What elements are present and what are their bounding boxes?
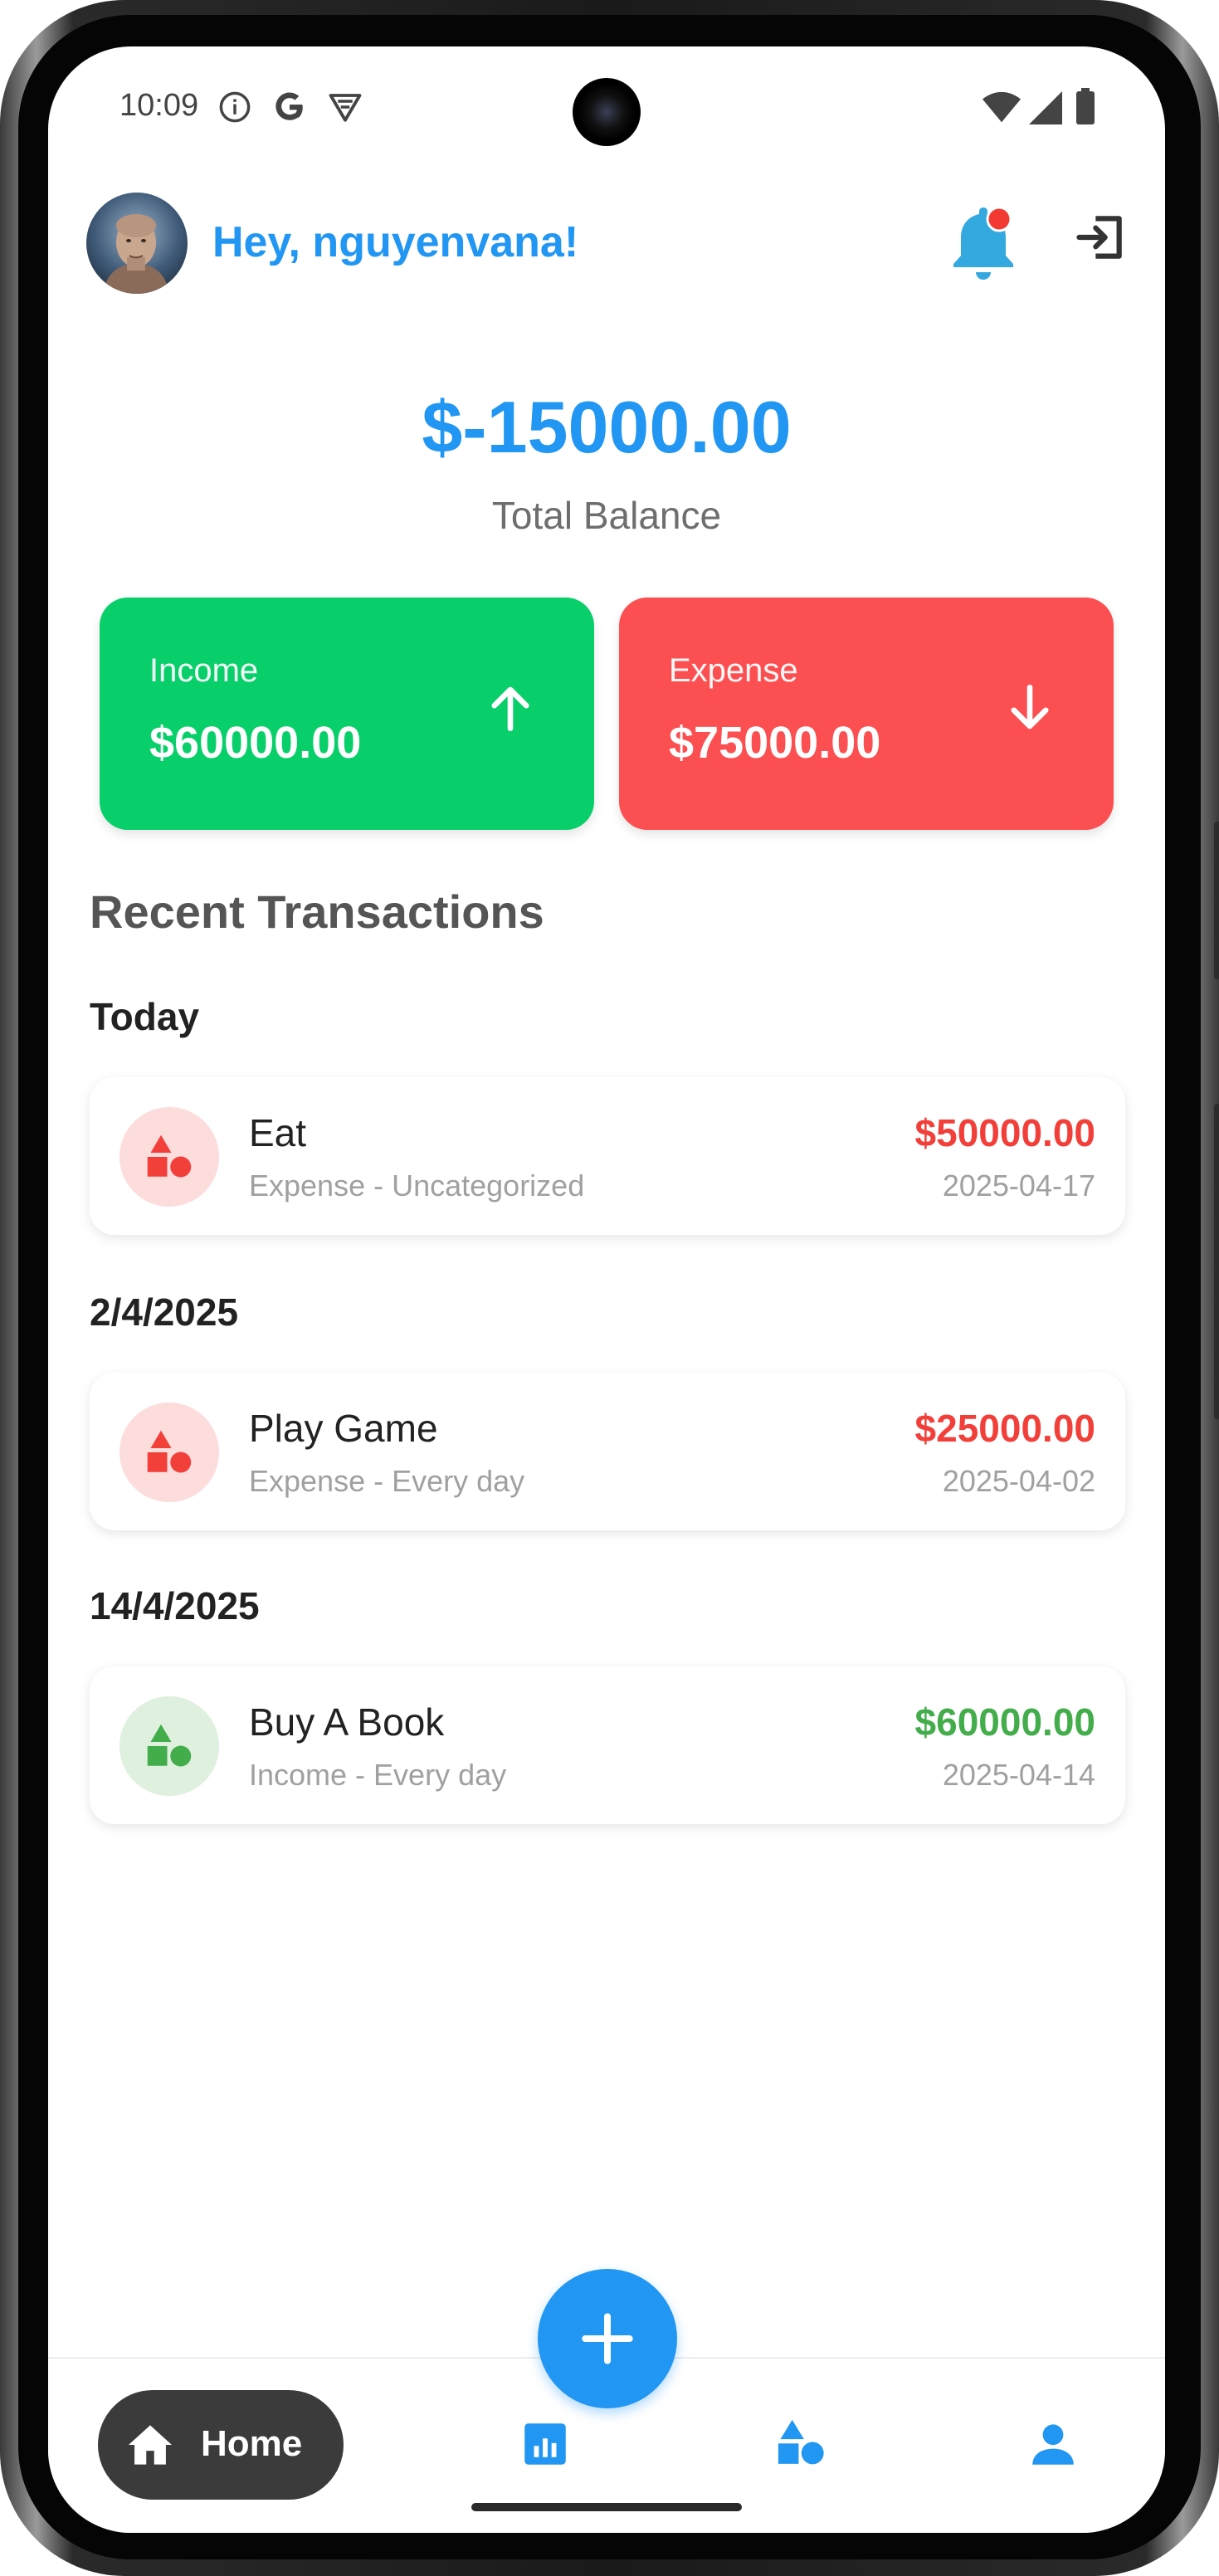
- bell-icon[interactable]: [946, 201, 1021, 288]
- nav-home-button[interactable]: Home: [98, 2390, 344, 2500]
- logout-icon[interactable]: [1072, 209, 1129, 270]
- arrow-up-icon: [483, 681, 538, 739]
- add-transaction-button[interactable]: [538, 2269, 677, 2408]
- transaction-item[interactable]: Buy A Book Income - Every day $60000.00 …: [90, 1666, 1125, 1824]
- battery-icon: [1075, 88, 1095, 129]
- date-header: 2/4/2025: [90, 1290, 239, 1334]
- income-label: Income: [149, 652, 259, 689]
- volume-button: [1214, 822, 1219, 979]
- categories-icon[interactable]: [775, 2417, 826, 2472]
- power-button: [1214, 1104, 1219, 1419]
- income-card[interactable]: Income $60000.00: [100, 598, 594, 830]
- phone-frame: 10:09 Hey, nguyenvana! $-15000.00 Total …: [0, 0, 1219, 2576]
- expense-card[interactable]: Expense $75000.00: [619, 598, 1114, 830]
- expense-amount: $75000.00: [669, 718, 881, 768]
- plus-icon: [582, 2313, 633, 2364]
- profile-icon[interactable]: [1031, 2422, 1075, 2471]
- user-avatar[interactable]: [86, 193, 188, 294]
- transaction-title: Eat: [249, 1111, 307, 1154]
- status-time: 10:09: [119, 88, 199, 123]
- transaction-subtitle: Expense - Uncategorized: [249, 1168, 585, 1203]
- info-icon: [217, 90, 252, 129]
- date-header: 14/4/2025: [90, 1584, 260, 1627]
- category-icon: [119, 1107, 219, 1207]
- transaction-date: 2025-04-17: [942, 1168, 1095, 1203]
- transaction-title: Play Game: [249, 1407, 438, 1450]
- app-screen: 10:09 Hey, nguyenvana! $-15000.00 Total …: [48, 46, 1165, 2533]
- stats-icon[interactable]: [523, 2422, 568, 2471]
- transaction-subtitle: Income - Every day: [249, 1758, 507, 1792]
- expense-label: Expense: [669, 652, 798, 689]
- income-amount: $60000.00: [149, 718, 362, 768]
- category-icon: [119, 1403, 219, 1502]
- gesture-bar[interactable]: [471, 2503, 742, 2511]
- transaction-item[interactable]: Play Game Expense - Every day $25000.00 …: [90, 1373, 1125, 1530]
- home-icon: [129, 2425, 172, 2465]
- nav-home-label: Home: [201, 2423, 303, 2464]
- transaction-date: 2025-04-14: [942, 1758, 1095, 1792]
- arrow-down-icon: [1002, 681, 1057, 739]
- recent-transactions-title: Recent Transactions: [90, 886, 544, 938]
- date-header: Today: [90, 995, 200, 1038]
- total-balance-label: Total Balance: [491, 494, 722, 537]
- total-balance-value: $-15000.00: [422, 386, 792, 468]
- category-icon: [119, 1696, 219, 1796]
- transaction-item[interactable]: Eat Expense - Uncategorized $50000.00 20…: [90, 1077, 1125, 1235]
- wifi-icon: [983, 91, 1021, 129]
- front-camera: [573, 78, 641, 146]
- transaction-title: Buy A Book: [249, 1700, 445, 1744]
- google-icon: [272, 90, 307, 129]
- transaction-amount: $25000.00: [914, 1407, 1095, 1450]
- vpn-icon: [327, 90, 363, 129]
- transaction-amount: $60000.00: [914, 1700, 1095, 1744]
- status-bar: 10:09: [48, 46, 1165, 163]
- transaction-amount: $50000.00: [914, 1111, 1095, 1154]
- greeting-text: Hey, nguyenvana!: [212, 218, 579, 266]
- transaction-subtitle: Expense - Every day: [249, 1464, 525, 1498]
- transaction-date: 2025-04-02: [942, 1464, 1095, 1498]
- signal-icon: [1029, 91, 1062, 129]
